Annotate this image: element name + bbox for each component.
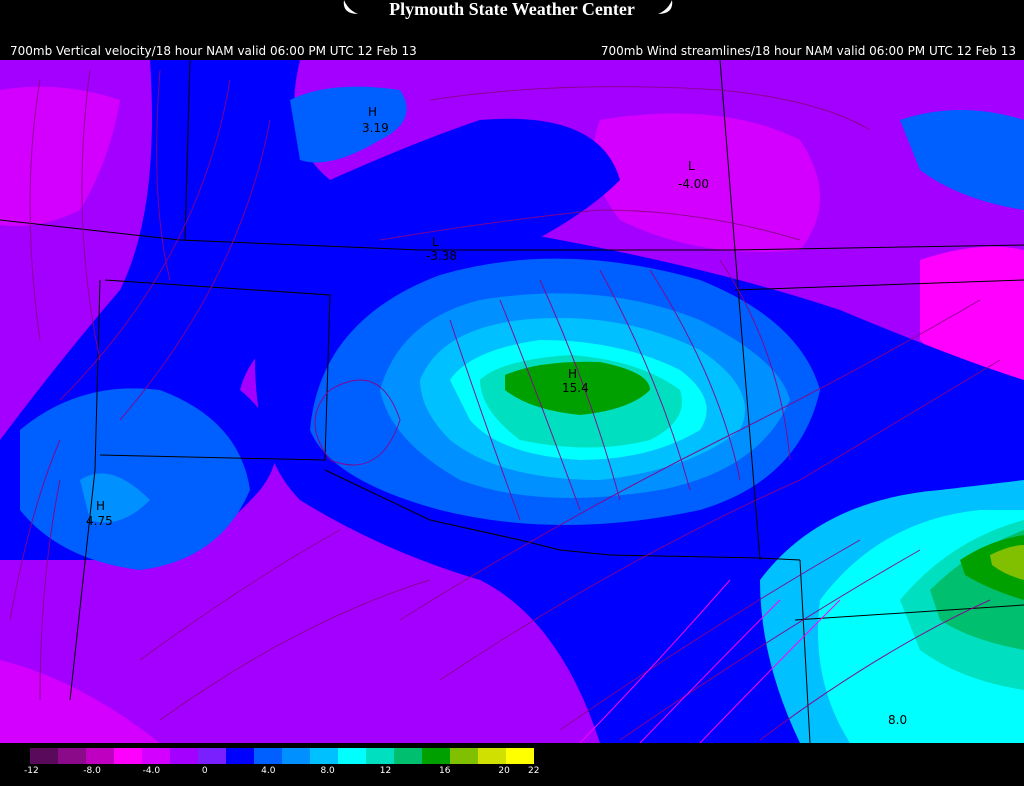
high-value-north: 3.19 xyxy=(362,121,389,135)
legend-swatch xyxy=(30,748,58,764)
low-marker-center: L xyxy=(432,235,439,249)
contour-label: 8.0 xyxy=(888,713,907,727)
legend-label: 12 xyxy=(379,766,392,776)
legend-swatch xyxy=(422,748,450,764)
legend-label: 0 xyxy=(201,766,208,776)
logo-right-icon xyxy=(658,0,673,14)
legend-label: 4.0 xyxy=(261,766,276,776)
low-value-center: -3.38 xyxy=(426,249,457,263)
legend-color-bar xyxy=(30,748,550,764)
legend-label: -4.0 xyxy=(142,766,161,776)
legend-label: 20 xyxy=(498,766,510,776)
low-marker-ne: L xyxy=(688,159,695,173)
legend-swatch xyxy=(282,748,310,764)
legend-swatch xyxy=(478,748,506,764)
legend-swatch xyxy=(338,748,366,764)
legend-tick-labels: -12 -8.0 -4.0 0 4.0 8.0 12 16 20 22 xyxy=(24,764,550,780)
legend-label: 22 xyxy=(528,766,540,776)
left-product-label: 700mb Vertical velocity/18 hour NAM vali… xyxy=(10,44,417,58)
legend-swatch xyxy=(450,748,478,764)
color-legend: -12 -8.0 -4.0 0 4.0 8.0 12 16 20 22 xyxy=(24,748,550,780)
site-title: Plymouth State Weather Center xyxy=(389,0,635,19)
legend-swatch xyxy=(394,748,422,764)
legend-label: 8.0 xyxy=(320,766,335,776)
legend-swatch xyxy=(58,748,86,764)
legend-swatch xyxy=(86,748,114,764)
legend-swatch xyxy=(366,748,394,764)
legend-swatch xyxy=(254,748,282,764)
high-marker-north: H xyxy=(368,105,377,119)
high-value-west: 4.75 xyxy=(86,514,113,528)
legend-label: -12 xyxy=(24,766,39,776)
high-marker-center: H xyxy=(568,367,577,381)
legend-swatch xyxy=(114,748,142,764)
legend-swatch xyxy=(198,748,226,764)
header: Plymouth State Weather Center 700mb Vert… xyxy=(0,0,1024,60)
legend-swatch xyxy=(142,748,170,764)
legend-swatch xyxy=(170,748,198,764)
high-value-center: 15.4 xyxy=(562,381,589,395)
weather-map: H 3.19 H 15.4 H 4.75 L -4.00 L -3.38 8.0 xyxy=(0,60,1024,743)
legend-swatch xyxy=(506,748,534,764)
high-marker-west: H xyxy=(96,499,105,513)
legend-swatch xyxy=(310,748,338,764)
legend-swatch xyxy=(226,748,254,764)
legend-label: -8.0 xyxy=(83,766,101,776)
legend-label: 16 xyxy=(439,766,451,776)
low-value-ne: -4.00 xyxy=(678,177,709,191)
right-product-label: 700mb Wind streamlines/18 hour NAM valid… xyxy=(600,44,1016,58)
